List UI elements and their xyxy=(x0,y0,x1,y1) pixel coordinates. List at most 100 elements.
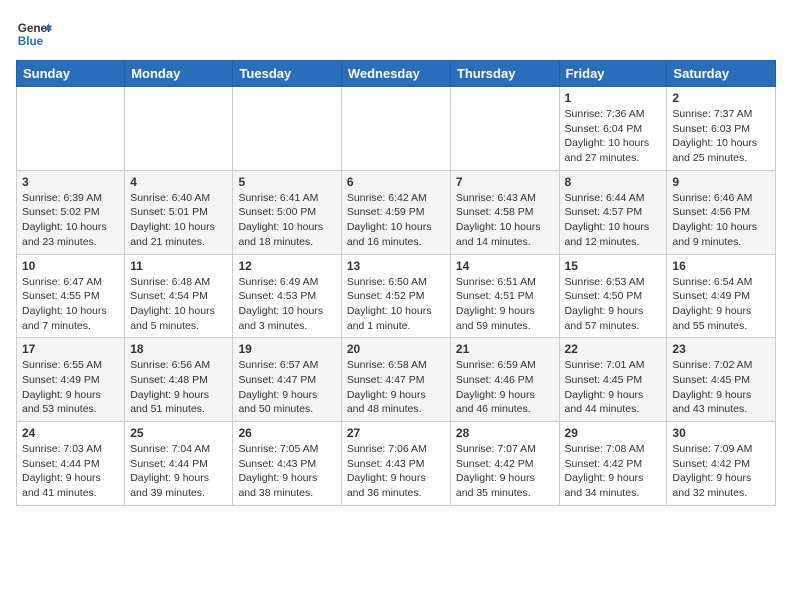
day-info-line: and 44 minutes. xyxy=(565,402,662,417)
day-info: Sunrise: 6:56 AMSunset: 4:48 PMDaylight:… xyxy=(130,358,227,417)
calendar-day-cell xyxy=(450,87,559,171)
day-info: Sunrise: 6:43 AMSunset: 4:58 PMDaylight:… xyxy=(456,191,554,250)
day-info-line: Sunset: 4:43 PM xyxy=(347,457,445,472)
day-info-line: Daylight: 10 hours xyxy=(456,220,554,235)
day-info-line: Sunrise: 6:41 AM xyxy=(238,191,335,206)
calendar-day-header: Monday xyxy=(125,61,233,87)
day-info-line: Sunset: 6:04 PM xyxy=(565,122,662,137)
day-info-line: and 32 minutes. xyxy=(672,486,770,501)
calendar-day-cell: 9Sunrise: 6:46 AMSunset: 4:56 PMDaylight… xyxy=(667,170,776,254)
day-info-line: and 27 minutes. xyxy=(565,151,662,166)
calendar-day-cell xyxy=(17,87,125,171)
day-info-line: Sunrise: 6:46 AM xyxy=(672,191,770,206)
day-info-line: Sunset: 4:58 PM xyxy=(456,205,554,220)
day-number: 7 xyxy=(456,175,554,189)
calendar-day-header: Tuesday xyxy=(233,61,341,87)
calendar-week-row: 10Sunrise: 6:47 AMSunset: 4:55 PMDayligh… xyxy=(17,254,776,338)
day-info-line: Sunset: 4:42 PM xyxy=(672,457,770,472)
day-info-line: Sunset: 4:59 PM xyxy=(347,205,445,220)
day-number: 26 xyxy=(238,426,335,440)
day-info-line: and 39 minutes. xyxy=(130,486,227,501)
calendar-header-row: SundayMondayTuesdayWednesdayThursdayFrid… xyxy=(17,61,776,87)
day-info-line: Sunrise: 6:43 AM xyxy=(456,191,554,206)
day-info: Sunrise: 6:58 AMSunset: 4:47 PMDaylight:… xyxy=(347,358,445,417)
day-info: Sunrise: 6:46 AMSunset: 4:56 PMDaylight:… xyxy=(672,191,770,250)
day-info-line: and 18 minutes. xyxy=(238,235,335,250)
calendar-day-cell: 13Sunrise: 6:50 AMSunset: 4:52 PMDayligh… xyxy=(341,254,450,338)
day-number: 11 xyxy=(130,259,227,273)
day-info-line: Sunrise: 6:57 AM xyxy=(238,358,335,373)
day-info-line: Sunrise: 6:56 AM xyxy=(130,358,227,373)
day-info-line: Daylight: 9 hours xyxy=(456,471,554,486)
day-info-line: Sunset: 4:44 PM xyxy=(22,457,119,472)
day-info-line: Sunset: 4:53 PM xyxy=(238,289,335,304)
day-info: Sunrise: 6:42 AMSunset: 4:59 PMDaylight:… xyxy=(347,191,445,250)
calendar-day-header: Friday xyxy=(559,61,667,87)
day-info: Sunrise: 7:08 AMSunset: 4:42 PMDaylight:… xyxy=(565,442,662,501)
day-info-line: Sunset: 4:46 PM xyxy=(456,373,554,388)
day-info-line: Sunset: 4:57 PM xyxy=(565,205,662,220)
day-info-line: Sunrise: 7:03 AM xyxy=(22,442,119,457)
day-info-line: Sunset: 5:02 PM xyxy=(22,205,119,220)
day-info: Sunrise: 6:54 AMSunset: 4:49 PMDaylight:… xyxy=(672,275,770,334)
day-info-line: Sunset: 4:48 PM xyxy=(130,373,227,388)
day-info-line: Sunset: 4:42 PM xyxy=(456,457,554,472)
calendar-week-row: 17Sunrise: 6:55 AMSunset: 4:49 PMDayligh… xyxy=(17,338,776,422)
day-info: Sunrise: 7:06 AMSunset: 4:43 PMDaylight:… xyxy=(347,442,445,501)
day-info-line: Daylight: 9 hours xyxy=(130,471,227,486)
day-info: Sunrise: 7:07 AMSunset: 4:42 PMDaylight:… xyxy=(456,442,554,501)
day-info: Sunrise: 7:05 AMSunset: 4:43 PMDaylight:… xyxy=(238,442,335,501)
day-info-line: Sunrise: 7:09 AM xyxy=(672,442,770,457)
day-info-line: and 53 minutes. xyxy=(22,402,119,417)
calendar-day-cell: 26 Sunrise: 7:05 AMSunset: 4:43 PMDayligh… xyxy=(233,422,341,506)
day-number: 30 xyxy=(672,426,770,440)
calendar-day-cell: 11Sunrise: 6:48 AMSunset: 4:54 PMDayligh… xyxy=(125,254,233,338)
day-number: 5 xyxy=(238,175,335,189)
day-info-line: Sunrise: 7:08 AM xyxy=(565,442,662,457)
day-number: 24 xyxy=(22,426,119,440)
day-number: 22 xyxy=(565,342,662,356)
day-info-line: Daylight: 9 hours xyxy=(672,471,770,486)
day-info-line: Daylight: 10 hours xyxy=(238,304,335,319)
day-info-line: Sunrise: 7:37 AM xyxy=(672,107,770,122)
day-info-line: and 55 minutes. xyxy=(672,319,770,334)
day-number: 16 xyxy=(672,259,770,273)
day-info: Sunrise: 6:39 AMSunset: 5:02 PMDaylight:… xyxy=(22,191,119,250)
day-number: 17 xyxy=(22,342,119,356)
calendar-day-cell: 29 Sunrise: 7:08 AMSunset: 4:42 PMDayligh… xyxy=(559,422,667,506)
day-info-line: Daylight: 9 hours xyxy=(565,388,662,403)
day-info-line: Daylight: 9 hours xyxy=(672,304,770,319)
day-number: 29 xyxy=(565,426,662,440)
day-info-line: and 7 minutes. xyxy=(22,319,119,334)
calendar-day-cell: 20Sunrise: 6:58 AMSunset: 4:47 PMDayligh… xyxy=(341,338,450,422)
day-info-line: and 41 minutes. xyxy=(22,486,119,501)
calendar-day-cell: 23Sunrise: 7:02 AMSunset: 4:45 PMDayligh… xyxy=(667,338,776,422)
day-info-line: and 1 minute. xyxy=(347,319,445,334)
day-info-line: Daylight: 9 hours xyxy=(672,388,770,403)
calendar-day-cell: 30 Sunrise: 7:09 AMSunset: 4:42 PMDayligh… xyxy=(667,422,776,506)
calendar-day-header: Thursday xyxy=(450,61,559,87)
calendar-day-cell: 8Sunrise: 6:44 AMSunset: 4:57 PMDaylight… xyxy=(559,170,667,254)
calendar-day-cell: 3Sunrise: 6:39 AMSunset: 5:02 PMDaylight… xyxy=(17,170,125,254)
day-info-line: and 59 minutes. xyxy=(456,319,554,334)
day-info-line: Sunrise: 7:01 AM xyxy=(565,358,662,373)
logo: General Blue xyxy=(16,16,52,52)
day-info-line: and 3 minutes. xyxy=(238,319,335,334)
day-info: Sunrise: 7:03 AMSunset: 4:44 PMDaylight:… xyxy=(22,442,119,501)
calendar-day-cell: 1Sunrise: 7:36 AMSunset: 6:04 PMDaylight… xyxy=(559,87,667,171)
day-number: 1 xyxy=(565,91,662,105)
day-number: 12 xyxy=(238,259,335,273)
calendar-day-cell: 4Sunrise: 6:40 AMSunset: 5:01 PMDaylight… xyxy=(125,170,233,254)
day-number: 21 xyxy=(456,342,554,356)
calendar-day-cell: 28Sunrise: 7:07 AMSunset: 4:42 PMDayligh… xyxy=(450,422,559,506)
day-info-line: Sunset: 4:50 PM xyxy=(565,289,662,304)
calendar-day-header: Saturday xyxy=(667,61,776,87)
day-info-line: and 34 minutes. xyxy=(565,486,662,501)
day-info-line: Sunrise: 6:39 AM xyxy=(22,191,119,206)
day-info: Sunrise: 6:51 AMSunset: 4:51 PMDaylight:… xyxy=(456,275,554,334)
day-info-line: Daylight: 10 hours xyxy=(22,304,119,319)
day-info-line: Sunrise: 7:06 AM xyxy=(347,442,445,457)
day-number: 27 xyxy=(347,426,445,440)
day-info: Sunrise: 7:04 AMSunset: 4:44 PMDaylight:… xyxy=(130,442,227,501)
day-number: 19 xyxy=(238,342,335,356)
